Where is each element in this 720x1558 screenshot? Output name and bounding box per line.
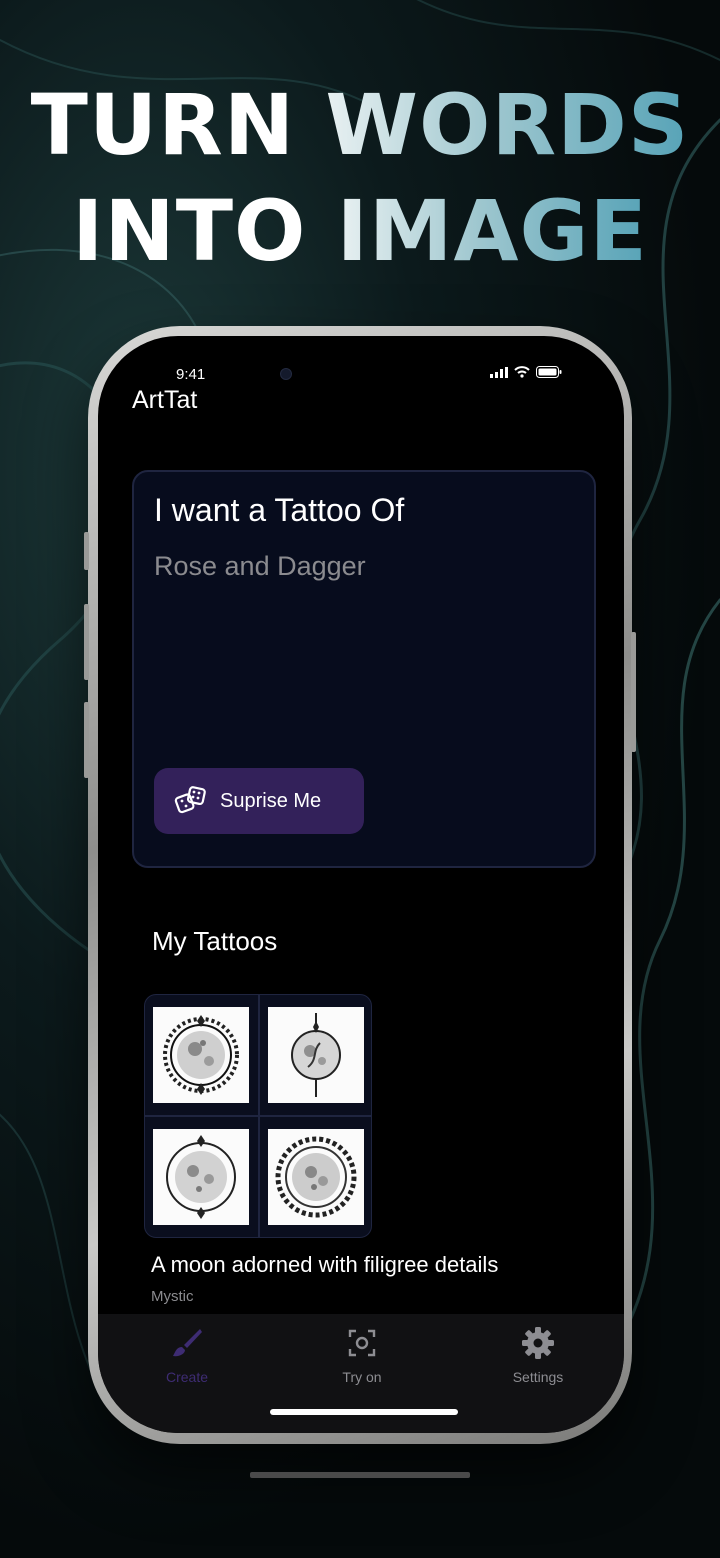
tattoo-item-style: Mystic bbox=[151, 1288, 194, 1305]
moon-filigree-image bbox=[291, 1013, 341, 1097]
tattoo-grid-card[interactable] bbox=[144, 994, 372, 1238]
status-icons bbox=[490, 366, 562, 378]
prompt-heading: I want a Tattoo Of bbox=[154, 492, 405, 528]
wifi-icon bbox=[514, 366, 530, 378]
volume-up-button bbox=[84, 604, 89, 680]
tattoo-prompt-input[interactable] bbox=[154, 548, 574, 584]
front-camera bbox=[280, 368, 292, 380]
volume-down-button bbox=[84, 702, 89, 778]
tab-create[interactable]: Create bbox=[127, 1326, 247, 1385]
my-tattoos-title: My Tattoos bbox=[152, 926, 278, 956]
power-button bbox=[631, 632, 636, 752]
phone-shadow-bar bbox=[250, 1472, 470, 1478]
mute-switch bbox=[84, 532, 89, 570]
phone-screen: 9:41 ArtTat I want a Tattoo Of Rose and … bbox=[98, 336, 624, 1433]
signal-icon bbox=[490, 366, 508, 378]
tab-try-on-label: Try on bbox=[342, 1369, 382, 1385]
moon-filigree-image bbox=[166, 1135, 236, 1219]
app-title: ArtTat bbox=[132, 386, 198, 414]
headline-word-image: IMAGE bbox=[336, 182, 648, 280]
brush-icon bbox=[173, 1329, 202, 1357]
tab-settings[interactable]: Settings bbox=[478, 1326, 598, 1385]
moon-filigree-image bbox=[275, 1136, 357, 1218]
tab-bar: Create Try on Settings bbox=[98, 1314, 624, 1433]
battery-icon bbox=[536, 366, 562, 378]
camera-scan-icon bbox=[348, 1329, 376, 1357]
tab-create-label: Create bbox=[165, 1369, 209, 1385]
prompt-card: I want a Tattoo Of Suprise Me bbox=[132, 470, 596, 868]
promo-headline: TURN WORDS INTO IMAGE bbox=[0, 72, 720, 284]
dice-icon bbox=[174, 786, 206, 814]
status-time: 9:41 bbox=[176, 366, 206, 383]
headline-word-into: INTO bbox=[72, 182, 307, 280]
surprise-me-label: Suprise Me bbox=[220, 789, 322, 812]
headline-word-turn: TURN bbox=[30, 76, 296, 174]
home-indicator[interactable] bbox=[270, 1409, 458, 1415]
tattoo-thumbnail[interactable] bbox=[153, 1129, 249, 1225]
tattoo-thumbnail[interactable] bbox=[268, 1129, 364, 1225]
tab-settings-label: Settings bbox=[512, 1369, 564, 1385]
surprise-me-button[interactable]: Suprise Me bbox=[154, 768, 364, 834]
gear-icon bbox=[522, 1327, 554, 1359]
headline-word-words: WORDS bbox=[325, 76, 690, 174]
grid-divider-horizontal bbox=[145, 1115, 371, 1117]
moon-filigree-image bbox=[163, 1015, 239, 1095]
tattoo-thumbnail[interactable] bbox=[268, 1007, 364, 1103]
tattoo-item-title: A moon adorned with filigree details bbox=[151, 1252, 499, 1277]
tattoo-thumbnail[interactable] bbox=[153, 1007, 249, 1103]
tab-try-on[interactable]: Try on bbox=[302, 1326, 422, 1385]
